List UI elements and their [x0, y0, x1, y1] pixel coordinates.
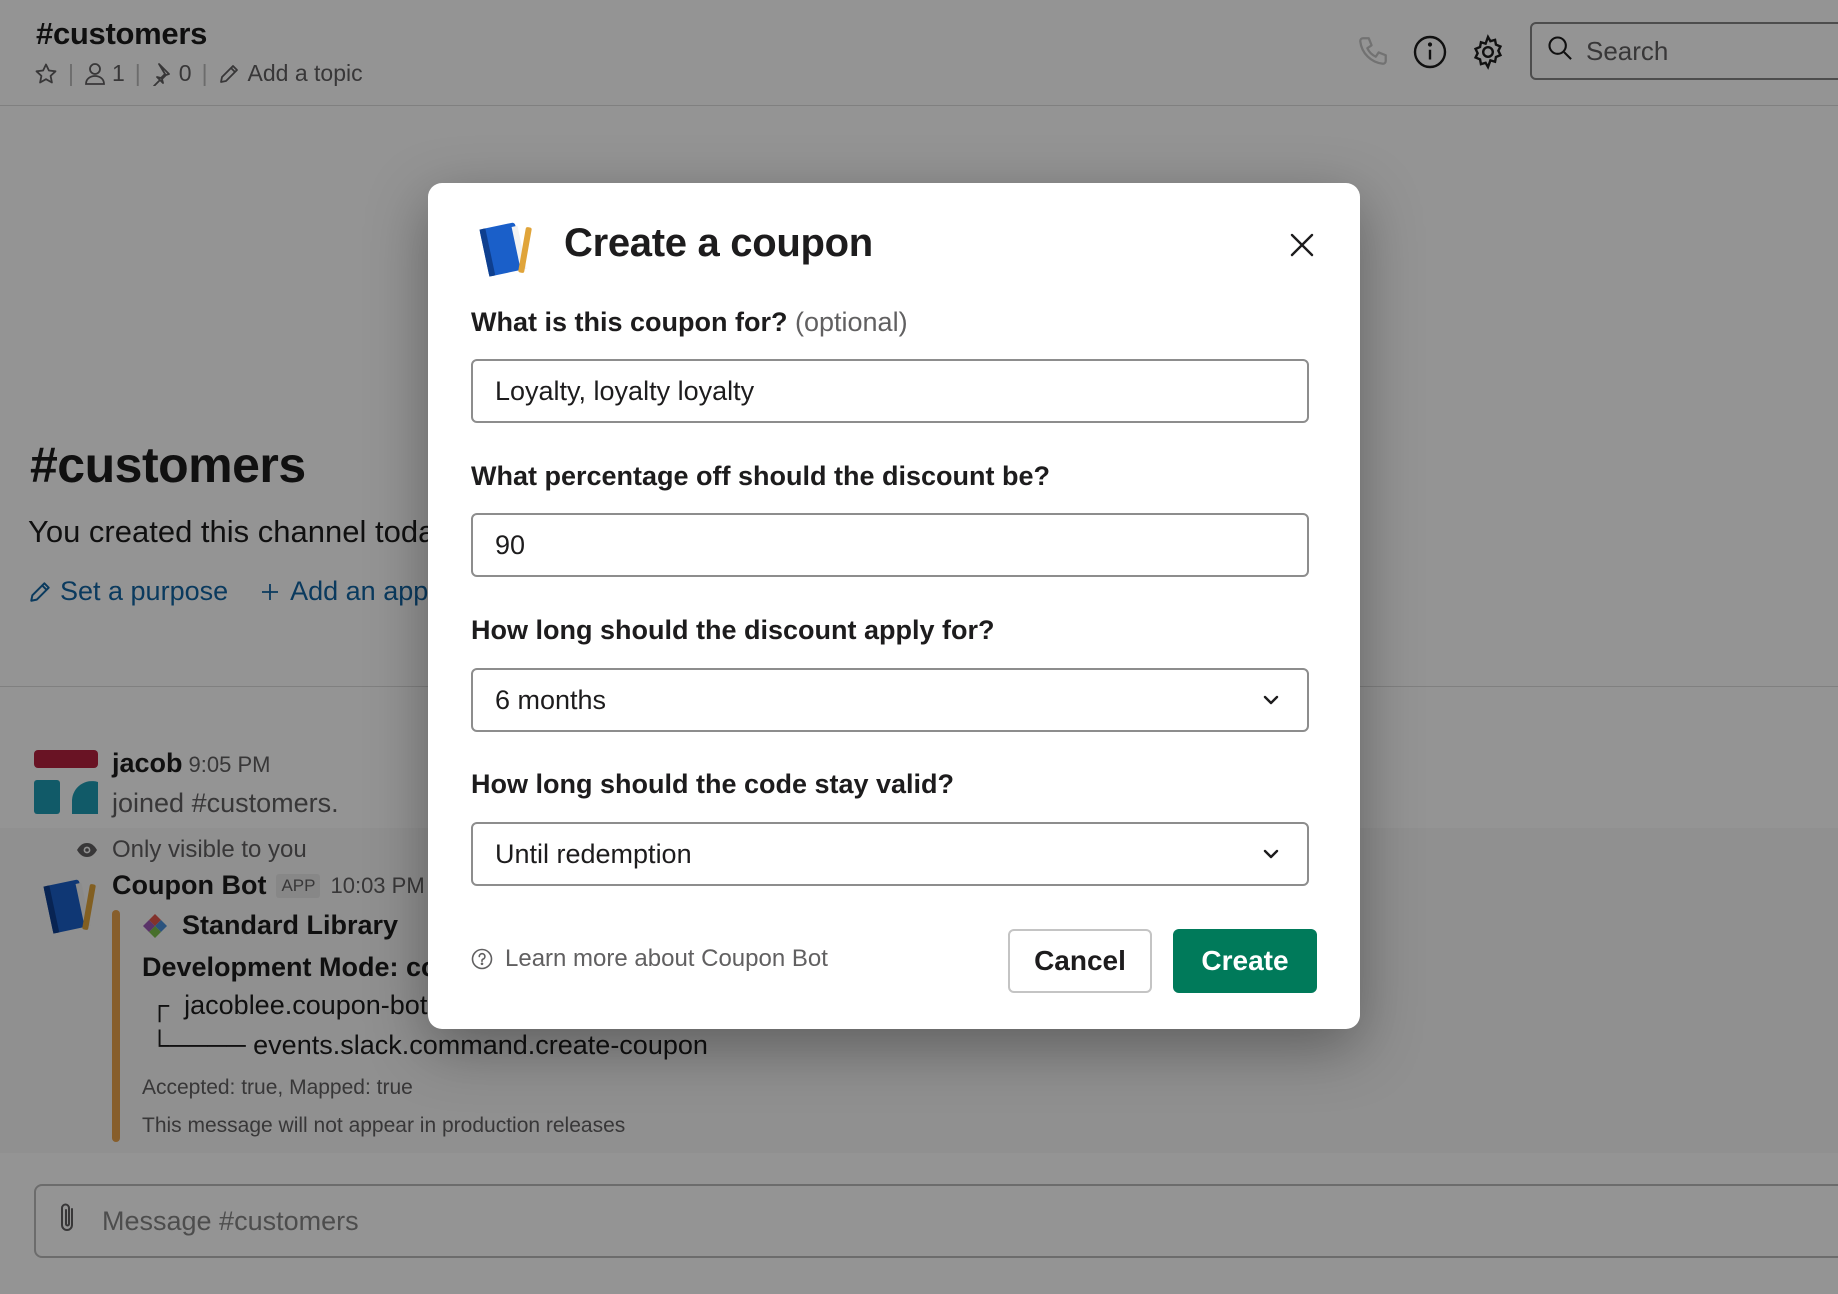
chevron-down-icon: [1263, 695, 1279, 705]
field-label-percentage: What percentage off should the discount …: [471, 461, 1051, 491]
field-label-text: What is this coupon for?: [471, 307, 788, 337]
create-coupon-modal: Create a coupon What is this coupon for?…: [428, 183, 1360, 1029]
percentage-input[interactable]: 90: [471, 513, 1309, 577]
field-label-purpose: What is this coupon for? (optional): [471, 307, 908, 338]
slack-app: #customers | 1 | 0 | Add a topic Search …: [0, 0, 1838, 1294]
book-icon: [472, 217, 536, 281]
discount-duration-value: 6 months: [495, 684, 607, 715]
chevron-down-icon: [1263, 849, 1279, 859]
purpose-input[interactable]: Loyalty, loyalty loyalty: [471, 359, 1309, 423]
help-icon: [471, 948, 493, 970]
field-label-discount-duration: How long should the discount apply for?: [471, 615, 995, 645]
field-label-code-validity: How long should the code stay valid?: [471, 769, 955, 799]
code-validity-select[interactable]: Until redemption: [471, 822, 1309, 886]
learn-more-link[interactable]: Learn more about Coupon Bot: [471, 945, 828, 973]
code-validity-value: Until redemption: [495, 838, 692, 869]
cancel-button[interactable]: Cancel: [1008, 929, 1152, 993]
create-button[interactable]: Create: [1173, 929, 1317, 993]
close-button[interactable]: [1284, 227, 1320, 263]
learn-more-label: Learn more about Coupon Bot: [505, 945, 828, 972]
optional-tag: (optional): [795, 307, 908, 337]
purpose-input-value: Loyalty, loyalty loyalty: [495, 375, 755, 406]
percentage-input-value: 90: [495, 529, 526, 560]
modal-title: Create a coupon: [564, 221, 873, 265]
close-icon: [1290, 233, 1314, 257]
discount-duration-select[interactable]: 6 months: [471, 668, 1309, 732]
